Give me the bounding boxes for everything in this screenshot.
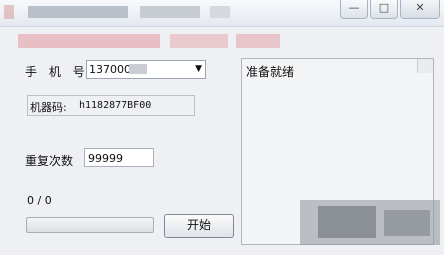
scrollbar[interactable]: [417, 59, 433, 73]
machine-code-label: 机器码:: [30, 101, 67, 114]
progress-text: 0 / 0: [27, 194, 52, 207]
banner-redacted-2: [170, 34, 228, 48]
window-title-redacted-2: [140, 6, 200, 18]
repeat-count-input[interactable]: 99999: [84, 148, 154, 167]
window-title-redacted-3: [210, 6, 230, 18]
minimize-button[interactable]: —: [340, 0, 368, 19]
watermark-redacted-3: [384, 210, 430, 236]
repeat-count-label: 重复次数: [25, 154, 74, 168]
maximize-button[interactable]: □: [370, 0, 398, 19]
watermark-redacted-2: [318, 206, 376, 238]
title-bar: — □ ✕: [0, 0, 444, 27]
progress-bar: [26, 217, 154, 233]
machine-code-box: 机器码: h1182877BF00: [27, 95, 195, 116]
banner-redacted-3: [236, 34, 280, 48]
banner-redacted-1: [18, 34, 160, 48]
window-controls: — □ ✕: [340, 0, 440, 19]
close-button[interactable]: ✕: [400, 0, 440, 19]
chevron-down-icon[interactable]: ▼: [195, 64, 202, 74]
status-text: 准备就绪: [246, 65, 295, 79]
machine-code-value: h1182877BF00: [79, 100, 152, 111]
phone-combo[interactable]: 1370000 ▼: [86, 60, 206, 79]
window-title-redacted: [28, 6, 128, 18]
phone-redacted: [129, 64, 147, 74]
start-button[interactable]: 开始: [164, 214, 234, 238]
phone-label: 手 机 号: [25, 65, 89, 79]
app-icon: [4, 5, 14, 19]
